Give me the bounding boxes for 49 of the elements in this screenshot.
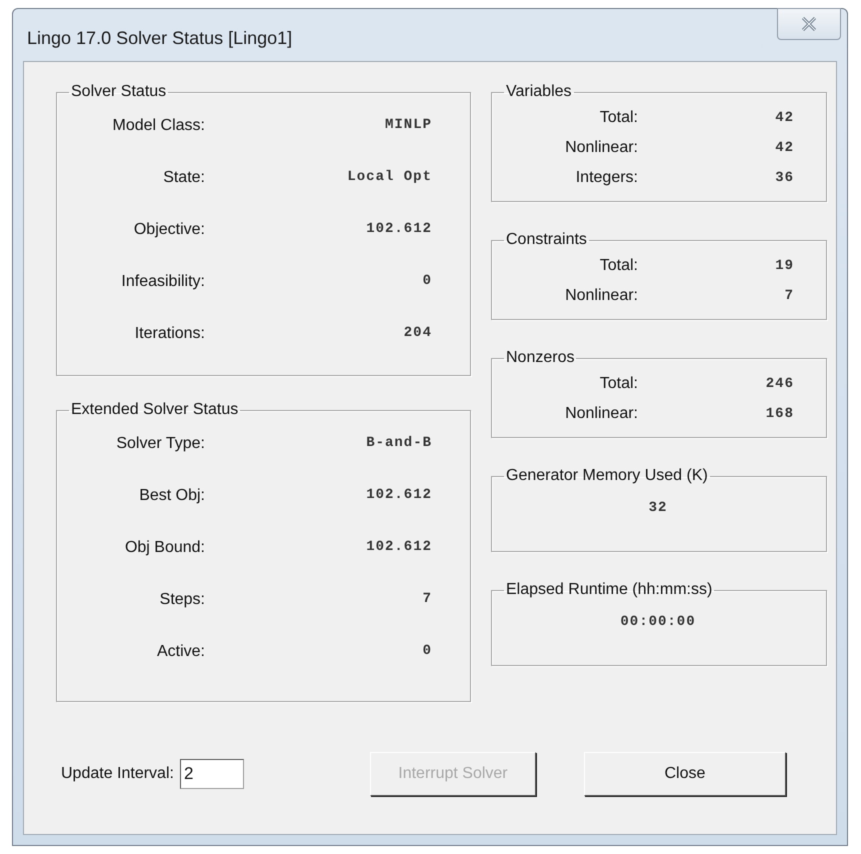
field-label: Model Class: [112,116,205,136]
group-title: Extended Solver Status [70,400,240,420]
value-text: 102.612 [366,486,432,505]
value-text: 102.612 [366,538,432,557]
value-text: 0 [422,642,432,661]
group-title: Generator Memory Used (K) [505,466,709,486]
group-title: Nonzeros [505,348,576,368]
value-text: 36 [775,168,794,188]
group-title: Constraints [505,230,588,250]
field-label: Nonlinear: [565,138,638,158]
value-text: B-and-B [366,434,432,453]
window-title: Lingo 17.0 Solver Status [Lingo1] [27,27,292,50]
close-button[interactable] [777,8,841,40]
value-text: Local Opt [347,168,432,187]
field-label: Nonlinear: [565,404,638,424]
field-label: Infeasibility: [121,272,205,292]
value-text: 19 [775,256,794,276]
value-text: 42 [775,108,794,128]
input-field[interactable]: 2 [180,759,244,789]
field-label: Objective: [134,220,205,240]
field-label: Obj Bound: [124,538,205,558]
field-label: Total: [600,256,638,276]
field-label: Nonlinear: [565,286,638,306]
value-text: 0 [422,272,432,291]
field-label: State: [163,168,205,188]
field-label: Solver Type: [116,434,205,454]
value-text: 102.612 [366,220,432,239]
field-label: Integers: [576,168,638,188]
field-label: Total: [600,108,638,128]
field-label: Update Interval: [61,764,174,784]
field-label: Total: [600,374,638,394]
value-text: 32 [648,499,668,518]
dialog-button[interactable]: Close [584,752,786,796]
value-text: 246 [766,374,794,394]
field-label: Iterations: [134,324,205,344]
group-title: Elapsed Runtime (hh:mm:ss) [505,580,714,600]
value-text: MINLP [384,116,432,135]
value-text: 7 [422,590,432,609]
group-title: Solver Status [70,82,168,102]
value-text: 00:00:00 [620,613,696,632]
field-label: Active: [156,642,205,662]
value-text: 7 [784,286,794,306]
value-text: 204 [404,324,432,343]
value-text: 42 [775,138,794,158]
field-label: Best Obj: [139,486,205,506]
value-text: 168 [766,404,794,424]
field-label: Steps: [160,590,205,610]
close-icon [801,17,817,31]
group-title: Variables [505,82,573,102]
